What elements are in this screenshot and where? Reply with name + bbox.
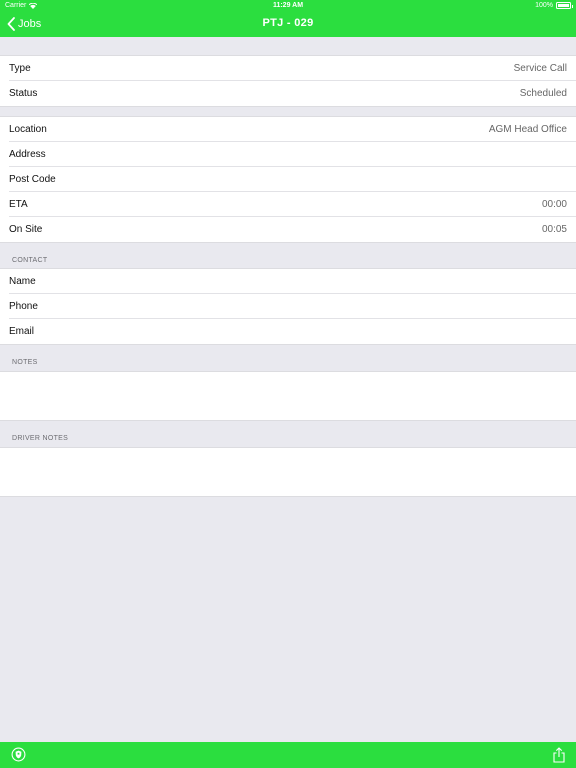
contact-phone-label: Phone <box>9 301 38 312</box>
location-label: Location <box>9 124 47 135</box>
status-row[interactable]: Status Scheduled <box>0 81 576 106</box>
shield-button[interactable] <box>11 747 26 762</box>
driver-notes-section-header: DRIVER NOTES <box>12 435 69 442</box>
shield-icon <box>11 747 26 762</box>
navigation-bar: Jobs PTJ - 029 <box>0 12 576 37</box>
location-row[interactable]: Location AGM Head Office <box>0 117 576 142</box>
share-button[interactable] <box>552 747 566 763</box>
divider <box>0 496 576 497</box>
status-bar: Carrier 11:29 AM 100% <box>0 0 576 12</box>
type-value: Service Call <box>513 63 567 74</box>
type-label: Type <box>9 63 31 74</box>
notes-text-area[interactable] <box>0 372 576 420</box>
contact-name-label: Name <box>9 276 36 287</box>
divider <box>0 420 576 421</box>
location-value: AGM Head Office <box>488 124 567 135</box>
battery-indicator: 100% <box>535 2 573 9</box>
share-icon <box>553 747 565 763</box>
page-title: PTJ - 029 <box>262 17 314 29</box>
eta-row[interactable]: ETA 00:00 <box>0 192 576 217</box>
status-label: Status <box>9 88 38 99</box>
battery-percent: 100% <box>535 2 553 9</box>
contact-email-row[interactable]: Email <box>0 319 576 344</box>
post-code-row[interactable]: Post Code <box>0 167 576 192</box>
eta-label: ETA <box>9 199 28 210</box>
on-site-row[interactable]: On Site 00:05 <box>0 217 576 242</box>
on-site-label: On Site <box>9 224 43 235</box>
post-code-label: Post Code <box>9 174 56 185</box>
bottom-toolbar <box>0 742 576 768</box>
address-row[interactable]: Address <box>0 142 576 167</box>
divider <box>0 106 576 107</box>
clock: 11:29 AM <box>272 2 304 9</box>
battery-icon <box>556 2 573 9</box>
status-value: Scheduled <box>519 88 567 99</box>
on-site-value: 00:05 <box>541 224 567 235</box>
contact-section-header: CONTACT <box>12 257 48 264</box>
driver-notes-text-area[interactable] <box>0 448 576 496</box>
contact-email-label: Email <box>9 326 35 337</box>
contact-phone-row[interactable]: Phone <box>0 294 576 319</box>
notes-section-header: NOTES <box>12 359 38 366</box>
divider <box>0 344 576 345</box>
eta-value: 00:00 <box>541 199 567 210</box>
contact-name-row[interactable]: Name <box>0 269 576 294</box>
divider <box>0 242 576 243</box>
type-row[interactable]: Type Service Call <box>0 56 576 81</box>
address-label: Address <box>9 149 46 160</box>
